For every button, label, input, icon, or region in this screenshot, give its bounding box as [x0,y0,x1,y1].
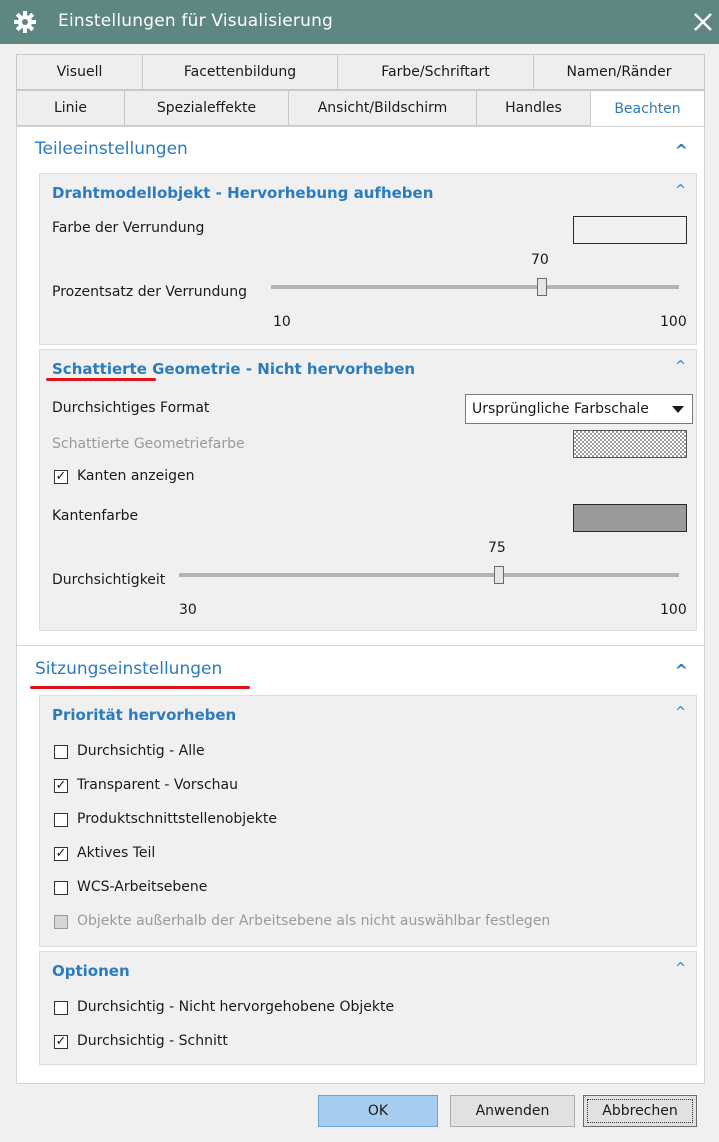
group-title-schattierte: Schattierte Geometrie - Nicht hervorhebe… [52,360,416,378]
prozent-slider-thumb[interactable] [537,278,547,296]
objekte-ausserhalb-checkbox [54,915,68,929]
prozent-slider-track[interactable] [271,285,679,289]
title-bar: Einstellungen für Visualisierung [0,0,719,44]
objekte-ausserhalb-label: Objekte außerhalb der Arbeitsebene als n… [77,913,551,929]
prozent-min-label: 10 [273,314,291,330]
collapse-teile-icon[interactable]: ^ [675,141,688,160]
gear-icon [14,11,36,33]
geometriefarbe-label: Schattierte Geometriefarbe [52,436,245,452]
group-optionen: Optionen ^ Durchsichtig - Nicht hervorge… [39,951,697,1065]
aktives-teil-checkbox[interactable]: ✓ [54,847,68,861]
format-label: Durchsichtiges Format [52,400,210,416]
kantenfarbe-swatch[interactable] [573,504,687,532]
settings-panel: Teileeinstellungen ^ Drahtmodellobjekt -… [16,126,705,1084]
prozent-verrundung-label: Prozentsatz der Verrundung [52,284,248,300]
collapse-optionen-icon[interactable]: ^ [675,961,686,976]
collapse-drahtmodell-icon[interactable]: ^ [675,183,686,198]
tab-beachten[interactable]: Beachten [590,90,705,127]
tab-handles[interactable]: Handles [476,90,590,126]
group-title-optionen: Optionen [52,962,130,980]
annotation-underline-schattierte [46,378,156,381]
tab-visuell[interactable]: Visuell [16,54,142,90]
kanten-anzeigen-label: Kanten anzeigen [77,468,195,484]
tab-row-2: Linie Spezialeffekte Ansicht/Bildschirm … [16,90,705,127]
format-select-value: Ursprüngliche Farbschale [472,401,649,417]
chevron-down-icon [672,406,684,413]
ok-button[interactable]: OK [318,1095,438,1127]
tab-facettenbildung[interactable]: Facettenbildung [142,54,337,90]
aktives-teil-label: Aktives Teil [77,845,156,861]
produktschnittstellen-checkbox[interactable] [54,813,68,827]
durch-slider-thumb[interactable] [494,566,504,584]
geometriefarbe-swatch [573,430,687,458]
tab-namen-raender[interactable]: Namen/Ränder [533,54,705,90]
annotation-underline-sitzung [30,686,250,689]
durch-min-label: 30 [179,602,197,618]
close-icon[interactable] [687,6,717,36]
section-title-sitzungseinstellungen: Sitzungseinstellungen [35,659,223,679]
group-drahtmodell: Drahtmodellobjekt - Hervorhebung aufhebe… [39,173,697,345]
cancel-button[interactable]: Abbrechen [583,1095,697,1127]
group-prioritaet: Priorität hervorheben ^ Durchsichtig - A… [39,695,697,947]
schnitt-checkbox[interactable]: ✓ [54,1035,68,1049]
transparent-vorschau-label: Transparent - Vorschau [77,777,238,793]
durchsichtig-alle-checkbox[interactable] [54,745,68,759]
schnitt-label: Durchsichtig - Schnitt [77,1033,228,1049]
format-select[interactable]: Ursprüngliche Farbschale [465,394,693,424]
kanten-anzeigen-checkbox[interactable]: ✓ [54,470,68,484]
section-divider [17,645,704,646]
group-schattierte-geometrie: Schattierte Geometrie - Nicht hervorhebe… [39,349,697,631]
window-title: Einstellungen für Visualisierung [58,11,334,31]
nicht-hervorgehobene-label: Durchsichtig - Nicht hervorgehobene Obje… [77,999,395,1015]
group-title-drahtmodell: Drahtmodellobjekt - Hervorhebung aufhebe… [52,184,434,202]
durch-value-label: 75 [488,540,506,556]
cancel-button-label: Abbrechen [602,1103,678,1119]
tab-linie[interactable]: Linie [16,90,124,126]
durch-max-label: 100 [660,602,687,618]
apply-button[interactable]: Anwenden [450,1095,575,1127]
collapse-schattierte-icon[interactable]: ^ [675,359,686,374]
tab-spezialeffekte[interactable]: Spezialeffekte [124,90,288,126]
wcs-arbeitsebene-label: WCS-Arbeitsebene [77,879,208,895]
prozent-max-label: 100 [660,314,687,330]
prozent-value-label: 70 [531,252,549,268]
kantenfarbe-label: Kantenfarbe [52,508,139,524]
durchsichtigkeit-label: Durchsichtigkeit [52,572,166,588]
produktschnittstellen-label: Produktschnittstellenobjekte [77,811,277,827]
farbe-verrundung-label: Farbe der Verrundung [52,220,205,236]
durch-slider-track[interactable] [179,573,679,577]
tab-row-1: Visuell Facettenbildung Farbe/Schriftart… [16,54,705,90]
collapse-prioritaet-icon[interactable]: ^ [675,705,686,720]
durchsichtig-alle-label: Durchsichtig - Alle [77,743,205,759]
group-title-prioritaet: Priorität hervorheben [52,706,237,724]
collapse-sitzung-icon[interactable]: ^ [675,661,688,680]
transparent-vorschau-checkbox[interactable]: ✓ [54,779,68,793]
section-title-teileeinstellungen: Teileeinstellungen [35,139,188,159]
tab-ansicht-bildschirm[interactable]: Ansicht/Bildschirm [288,90,476,126]
tab-strip: Visuell Facettenbildung Farbe/Schriftart… [16,54,705,127]
farbe-verrundung-swatch[interactable] [573,216,687,244]
nicht-hervorgehobene-checkbox[interactable] [54,1001,68,1015]
wcs-arbeitsebene-checkbox[interactable] [54,881,68,895]
tab-farbe-schriftart[interactable]: Farbe/Schriftart [337,54,533,90]
